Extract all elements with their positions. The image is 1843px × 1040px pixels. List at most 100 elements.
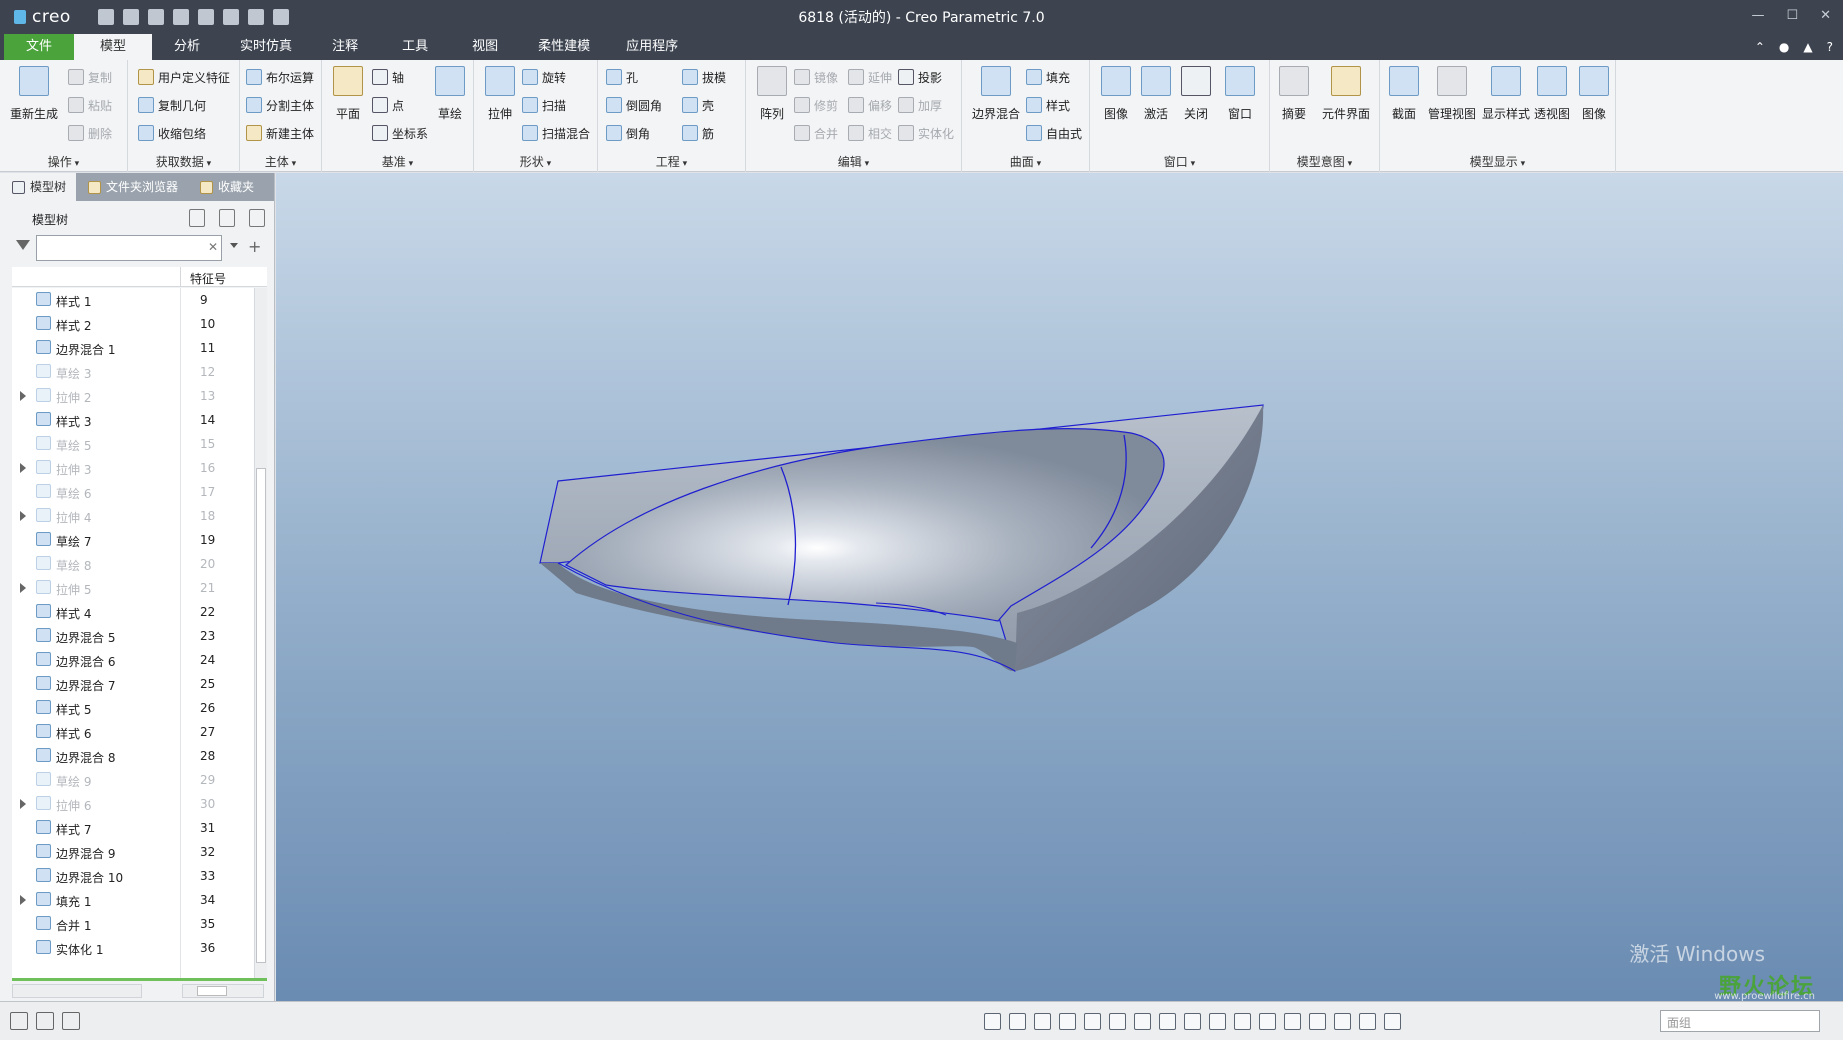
group-label-model-intent[interactable]: 模型意图	[1270, 153, 1379, 170]
group-label-datum[interactable]: 基准	[322, 153, 473, 170]
regenerate-icon[interactable]	[223, 9, 239, 25]
graphics-viewport[interactable]: 激活 Windows 野火论坛 www.proewildfire.cn	[276, 173, 1843, 1001]
paste-button[interactable]: 粘贴	[68, 94, 112, 116]
tree-columns-icon[interactable]	[219, 209, 235, 227]
summary-button[interactable]: 摘要	[1272, 66, 1316, 122]
learning-icon[interactable]: ▲	[1803, 40, 1812, 54]
axis-display-icon[interactable]	[1209, 1013, 1226, 1030]
open-file-icon[interactable]	[123, 9, 139, 25]
collapse-ribbon-icon[interactable]: ⌃	[1755, 40, 1765, 54]
horizontal-scroll-right[interactable]	[182, 984, 264, 998]
tree-row[interactable]: 草绘 3 12	[12, 360, 254, 384]
tree-row[interactable]: 边界混合 10 33	[12, 864, 254, 888]
csys-display-icon[interactable]	[1259, 1013, 1276, 1030]
group-label-get-data[interactable]: 获取数据	[128, 153, 239, 170]
section-button[interactable]: 截面	[1382, 66, 1426, 122]
project-button[interactable]: 投影	[898, 66, 942, 88]
display-style-button[interactable]: 显示样式	[1480, 66, 1532, 122]
tree-row[interactable]: 草绘 5 15	[12, 432, 254, 456]
selection-filter[interactable]: 面组	[1660, 1010, 1820, 1032]
expand-arrow-icon[interactable]	[20, 583, 26, 593]
close-window-icon[interactable]	[273, 9, 289, 25]
group-label-operations[interactable]: 操作	[0, 153, 127, 170]
repaint-icon[interactable]	[1059, 1013, 1076, 1030]
redo-icon[interactable]	[198, 9, 214, 25]
tree-row[interactable]: 填充 1 34	[12, 888, 254, 912]
thicken-button[interactable]: 加厚	[898, 94, 942, 116]
spin-center-display-icon[interactable]	[1309, 1013, 1326, 1030]
shrinkwrap-button[interactable]: 收缩包络	[138, 122, 206, 144]
window-image-button[interactable]: 图像	[1094, 66, 1138, 122]
insert-indicator[interactable]	[12, 978, 267, 981]
tree-horizontal-scrollbar[interactable]	[12, 984, 267, 998]
component-interface-button[interactable]: 元件界面	[1316, 66, 1376, 122]
annotation-display-icon[interactable]	[1284, 1013, 1301, 1030]
hole-button[interactable]: 孔	[606, 66, 638, 88]
sketch-button[interactable]: 草绘	[428, 66, 472, 122]
display-style-toolbar-icon[interactable]	[1109, 1013, 1126, 1030]
merge-button[interactable]: 合并	[794, 122, 838, 144]
round-button[interactable]: 倒圆角	[606, 94, 662, 116]
scroll-thumb[interactable]	[256, 468, 266, 963]
point-display-icon[interactable]	[1234, 1013, 1251, 1030]
delete-button[interactable]: 删除	[68, 122, 112, 144]
regenerate-button[interactable]: 重新生成	[8, 66, 60, 122]
solidify-button[interactable]: 实体化	[898, 122, 954, 144]
tree-row[interactable]: 拉伸 5 21	[12, 576, 254, 600]
horizontal-scroll-thumb[interactable]	[197, 986, 227, 996]
new-body-button[interactable]: 新建主体	[246, 122, 314, 144]
udf-button[interactable]: 用户定义特征	[138, 66, 230, 88]
expand-arrow-icon[interactable]	[20, 799, 26, 809]
tree-row[interactable]: 实体化 1 36	[12, 936, 254, 960]
zoom-in-icon[interactable]	[1009, 1013, 1026, 1030]
customize-toolbar-icon[interactable]	[98, 13, 106, 21]
plane-display-icon[interactable]	[1184, 1013, 1201, 1030]
expand-arrow-icon[interactable]	[20, 463, 26, 473]
extend-button[interactable]: 延伸	[848, 66, 892, 88]
group-label-editing[interactable]: 编辑	[746, 153, 961, 170]
group-label-window[interactable]: 窗口	[1090, 153, 1269, 170]
draft-button[interactable]: 拔模	[682, 66, 726, 88]
boundary-blend-button[interactable]: 边界混合	[968, 66, 1024, 122]
revolve-button[interactable]: 旋转	[522, 66, 566, 88]
notification-icon[interactable]: ●	[1779, 40, 1789, 54]
fullscreen-icon[interactable]	[62, 1012, 80, 1030]
expand-arrow-icon[interactable]	[20, 391, 26, 401]
windows-button[interactable]: 窗口	[1218, 66, 1262, 122]
zoom-out-icon[interactable]	[1034, 1013, 1051, 1030]
minimize-icon[interactable]: —	[1751, 8, 1764, 23]
mirror-button[interactable]: 镜像	[794, 66, 838, 88]
tree-row[interactable]: 样式 3 14	[12, 408, 254, 432]
refit-icon[interactable]	[984, 1013, 1001, 1030]
tree-row[interactable]: 边界混合 7 25	[12, 672, 254, 696]
fill-button[interactable]: 填充	[1026, 66, 1070, 88]
manage-views-button[interactable]: 管理视图	[1426, 66, 1478, 122]
extrude-button[interactable]: 拉伸	[478, 66, 522, 122]
tree-row[interactable]: 草绘 9 29	[12, 768, 254, 792]
offset-button[interactable]: 偏移	[848, 94, 892, 116]
expand-arrow-icon[interactable]	[20, 895, 26, 905]
simulation-icon[interactable]	[1359, 1013, 1376, 1030]
intersect-button[interactable]: 相交	[848, 122, 892, 144]
tree-row[interactable]: 样式 7 31	[12, 816, 254, 840]
tree-row[interactable]: 草绘 8 20	[12, 552, 254, 576]
tree-row[interactable]: 拉伸 4 18	[12, 504, 254, 528]
tree-vertical-scrollbar[interactable]	[254, 288, 267, 978]
tab-favorites[interactable]: 收藏夹	[188, 173, 264, 201]
point-button[interactable]: 点	[372, 94, 404, 116]
activate-button[interactable]: 激活	[1134, 66, 1178, 122]
column-separator[interactable]	[180, 267, 181, 287]
coordinate-system-button[interactable]: 坐标系	[372, 122, 428, 144]
save-icon[interactable]	[148, 9, 164, 25]
tree-row[interactable]: 拉伸 3 16	[12, 456, 254, 480]
tree-row[interactable]: 拉伸 6 30	[12, 792, 254, 816]
trim-button[interactable]: 修剪	[794, 94, 838, 116]
close-button[interactable]: 关闭	[1174, 66, 1218, 122]
tree-row[interactable]: 边界混合 8 28	[12, 744, 254, 768]
tree-row[interactable]: 合并 1 35	[12, 912, 254, 936]
group-label-model-display[interactable]: 模型显示	[1380, 153, 1615, 170]
tree-row[interactable]: 边界混合 1 11	[12, 336, 254, 360]
copy-geometry-button[interactable]: 复制几何	[138, 94, 206, 116]
filter-icon[interactable]	[16, 240, 30, 254]
spin-center-icon[interactable]	[1084, 1013, 1101, 1030]
